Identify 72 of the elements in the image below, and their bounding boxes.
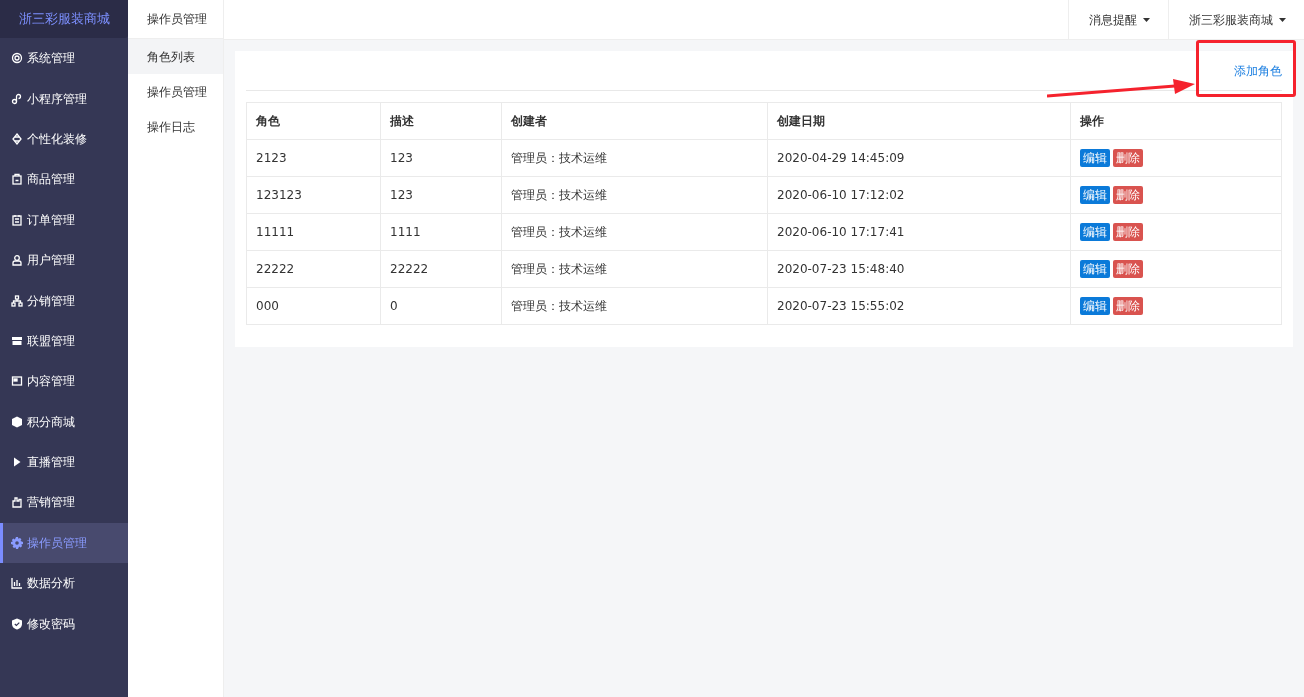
gear-icon: [11, 536, 23, 549]
brand-logo-text: 浙三彩服装商城: [0, 0, 128, 38]
table-cell: 管理员：技术运维: [501, 139, 768, 177]
submenu-item[interactable]: 角色列表: [128, 39, 223, 74]
sidebar-item[interactable]: 小程序管理: [0, 78, 128, 119]
caret-icon: [1279, 17, 1286, 22]
table-cell: 1111: [380, 213, 502, 251]
dropdown-menu-toggle[interactable]: 消息提醒: [1068, 0, 1168, 39]
table-cell: 管理员：技术运维: [501, 213, 768, 251]
dropdown-menu-toggle[interactable]: 浙三彩服装商城: [1168, 0, 1304, 39]
sidebar-item[interactable]: 数据分析: [0, 563, 128, 604]
submenu-item[interactable]: 操作员管理: [128, 74, 223, 109]
edit-button[interactable]: 编辑: [1080, 297, 1110, 315]
cube-icon: [11, 415, 23, 428]
delete-button[interactable]: 删除: [1113, 223, 1143, 241]
sidebar-item[interactable]: 分销管理: [0, 280, 128, 321]
delete-button[interactable]: 删除: [1113, 260, 1143, 278]
panel-icon: [11, 375, 23, 388]
column-header: 操作: [1070, 102, 1282, 140]
column-header: 创建日期: [767, 102, 1071, 140]
user-icon: [11, 254, 23, 267]
sidebar-item[interactable]: 用户管理: [0, 239, 128, 281]
table-cell: 000: [246, 287, 381, 325]
table-cell: 2020-04-29 14:45:09: [767, 139, 1071, 177]
clipboard-icon: [11, 213, 23, 226]
column-header: 描述: [380, 102, 502, 140]
add-role-link[interactable]: 添加角色: [1234, 61, 1282, 80]
table-cell: 22222: [380, 250, 502, 288]
caret-icon: [1143, 17, 1150, 22]
delete-button[interactable]: 删除: [1113, 186, 1143, 204]
table-cell: 管理员：技术运维: [501, 250, 768, 288]
table-cell: 2020-07-23 15:48:40: [767, 250, 1071, 288]
bar-chart-icon: [11, 577, 23, 590]
table-cell: 11111: [246, 213, 381, 251]
table-cell: 管理员：技术运维: [501, 287, 768, 325]
table-cell: 2020-06-10 17:12:02: [767, 176, 1071, 214]
table-cell: 2123: [246, 139, 381, 177]
link-icon: [11, 92, 23, 105]
hierarchy-icon: [11, 294, 23, 307]
column-header: 创建者: [501, 102, 768, 140]
delete-button[interactable]: 删除: [1113, 297, 1143, 315]
table-cell: 22222: [246, 250, 381, 288]
sidebar-item[interactable]: 联盟管理: [0, 320, 128, 362]
sidebar-item[interactable]: 个性化装修: [0, 118, 128, 160]
edit-button[interactable]: 编辑: [1080, 223, 1110, 241]
sidebar-item[interactable]: 订单管理: [0, 199, 128, 240]
gear-icon: [11, 52, 23, 65]
table-cell: 123: [380, 139, 502, 177]
column-header: 角色: [246, 102, 381, 140]
sidebar-item[interactable]: 系统管理: [0, 38, 128, 79]
sidebar-item[interactable]: 积分商城: [0, 401, 128, 442]
sidebar-item[interactable]: 修改密码: [0, 603, 128, 644]
store-icon: [11, 334, 23, 347]
edit-button[interactable]: 编辑: [1080, 149, 1110, 167]
sidebar-item[interactable]: 内容管理: [0, 361, 128, 402]
sidebar-item[interactable]: 直播管理: [0, 441, 128, 483]
table-cell: 2020-07-23 15:55:02: [767, 287, 1071, 325]
table-cell: 管理员：技术运维: [501, 176, 768, 214]
sidebar-item[interactable]: 营销管理: [0, 482, 128, 523]
table-cell: 2020-06-10 17:17:41: [767, 213, 1071, 251]
sidebar-item[interactable]: 商品管理: [0, 159, 128, 200]
play-icon: [11, 456, 23, 469]
edit-button[interactable]: 编辑: [1080, 260, 1110, 278]
table-cell: 0: [380, 287, 502, 325]
table-cell: 123: [380, 176, 502, 214]
table-cell: 123123: [246, 176, 381, 214]
shield-icon: [11, 617, 23, 630]
edit-button[interactable]: 编辑: [1080, 186, 1110, 204]
delete-button[interactable]: 删除: [1113, 149, 1143, 167]
submenu-item[interactable]: 操作日志: [128, 109, 223, 144]
diamond-icon: [11, 132, 23, 145]
bag-icon: [11, 173, 23, 186]
